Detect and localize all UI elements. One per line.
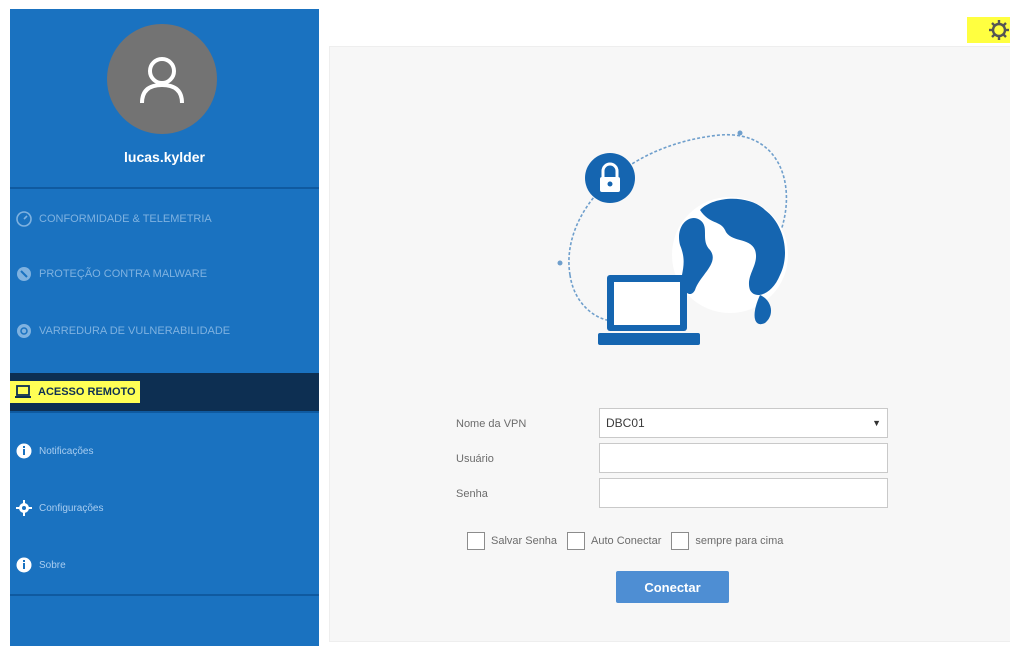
avatar[interactable] [107,24,217,134]
nav-label: ACESSO REMOTO [38,386,136,398]
checkbox-label: Salvar Senha [491,535,558,547]
nav-label: Sobre [39,559,66,571]
nav-item-malware[interactable]: PROTEÇÃO CONTRA MALWARE [10,255,319,293]
vpn-name-select[interactable]: DBC01 ▼ [599,408,888,438]
save-password-checkbox[interactable]: Salvar Senha [467,532,557,550]
user-input[interactable] [599,443,888,473]
checkbox-box[interactable] [567,532,586,550]
info-icon [15,556,33,574]
divider [10,187,319,189]
vpn-illustration [550,125,800,355]
nav-item-notificacoes[interactable]: Notificações [10,432,319,470]
user-icon [140,57,184,104]
checkbox-label: Auto Conectar [591,535,662,547]
gear-icon [15,499,33,517]
nav-label: PROTEÇÃO CONTRA MALWARE [39,268,208,280]
connect-button[interactable]: Conectar [616,571,729,603]
vpn-name-label: Nome da VPN [456,418,527,430]
dropdown-arrow-icon: ▼ [872,418,881,428]
nav-item-acesso-remoto[interactable]: ACESSO REMOTO [10,373,319,411]
shield-icon [15,265,33,283]
nav-label: VARREDURA DE VULNERABILIDADE [39,325,231,337]
password-label: Senha [456,488,488,500]
vpn-name-value: DBC01 [606,416,645,430]
checkbox-box[interactable] [671,532,690,550]
info-icon [15,442,33,460]
auto-connect-checkbox[interactable]: Auto Conectar [567,532,661,550]
nav-item-sobre[interactable]: Sobre [10,546,319,584]
radar-icon [15,322,33,340]
nav-label: Configurações [39,502,104,514]
divider [10,411,319,413]
nav-item-configuracoes[interactable]: Configurações [10,489,319,527]
username: lucas.kylder [124,149,205,165]
checkbox-label: sempre para cima [695,535,784,547]
always-on-top-checkbox[interactable]: sempre para cima [671,532,783,550]
sidebar: lucas.kylder CONFORMIDADE & TELEMETRIA P… [10,9,319,646]
nav-label: Notificações [39,445,94,457]
divider [10,594,319,596]
laptop-icon [14,383,32,401]
nav-item-varredura[interactable]: VARREDURA DE VULNERABILIDADE [10,312,319,350]
gear-icon [989,20,1009,40]
checkbox-box[interactable] [467,532,485,550]
options-row: Salvar Senha Auto Conectar sempre para c… [467,531,793,551]
settings-button[interactable] [967,17,1010,43]
nav-item-conformidade[interactable]: CONFORMIDADE & TELEMETRIA [10,200,319,238]
gauge-icon [15,210,33,228]
active-highlight: ACESSO REMOTO [10,381,140,403]
password-input[interactable] [599,478,888,508]
user-label: Usuário [456,453,494,465]
nav-label: CONFORMIDADE & TELEMETRIA [39,213,212,225]
